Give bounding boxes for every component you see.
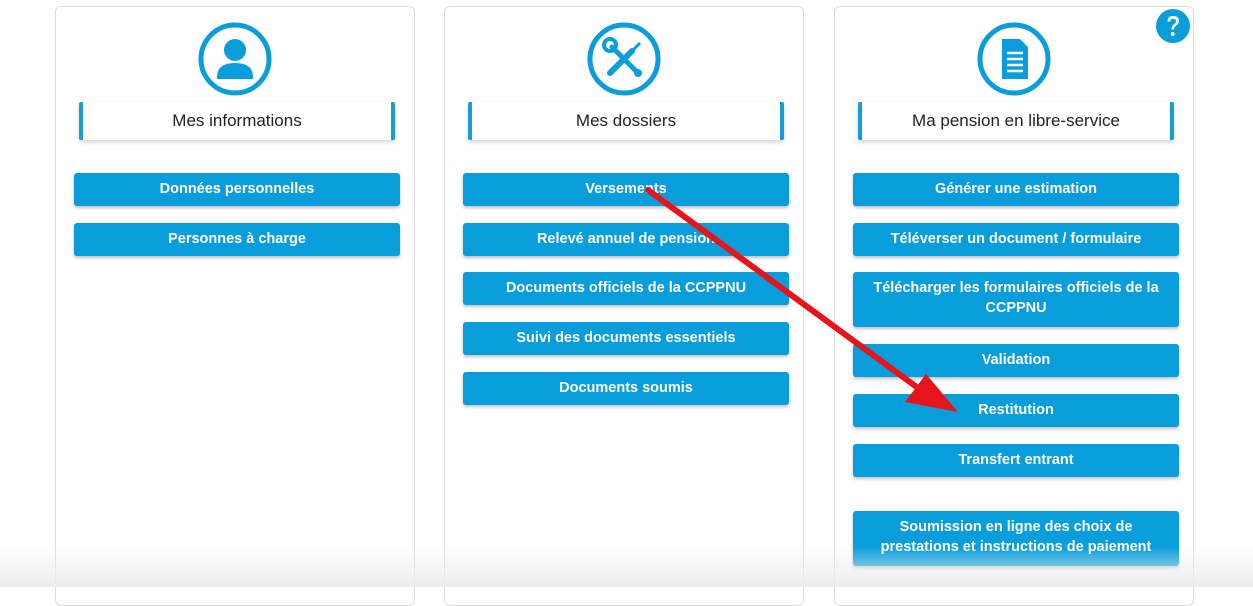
question-circle-icon[interactable] (1155, 8, 1191, 44)
documents-soumis-button[interactable]: Documents soumis (463, 372, 789, 405)
card-mes-dossiers: Mes dossiers Versements Relevé annuel de… (444, 6, 804, 606)
card-title: Mes dossiers (468, 102, 784, 140)
soumission-en-ligne-button[interactable]: Soumission en ligne des choix de prestat… (853, 511, 1179, 566)
documents-officiels-button[interactable]: Documents officiels de la CCPPNU (463, 272, 789, 305)
card-title: Ma pension en libre-service (858, 102, 1174, 140)
releve-annuel-button[interactable]: Relevé annuel de pension (463, 223, 789, 256)
televerser-document-button[interactable]: Téléverser un document / formulaire (853, 223, 1179, 256)
versements-button[interactable]: Versements (463, 173, 789, 206)
suivi-documents-button[interactable]: Suivi des documents essentiels (463, 322, 789, 355)
card-ma-pension: Ma pension en libre-service Générer une … (834, 6, 1194, 606)
generer-estimation-button[interactable]: Générer une estimation (853, 173, 1179, 206)
telecharger-formulaires-button[interactable]: Télécharger les formulaires officiels de… (853, 272, 1179, 327)
personnes-a-charge-button[interactable]: Personnes à charge (74, 223, 400, 256)
transfert-entrant-button[interactable]: Transfert entrant (853, 444, 1179, 477)
restitution-button[interactable]: Restitution (853, 394, 1179, 427)
card-mes-informations: Mes informations Données personnelles Pe… (55, 6, 415, 606)
card-title: Mes informations (79, 102, 395, 140)
user-icon (198, 22, 272, 96)
donnees-personnelles-button[interactable]: Données personnelles (74, 173, 400, 206)
tools-icon (587, 22, 661, 96)
document-icon (977, 22, 1051, 96)
validation-button[interactable]: Validation (853, 344, 1179, 377)
